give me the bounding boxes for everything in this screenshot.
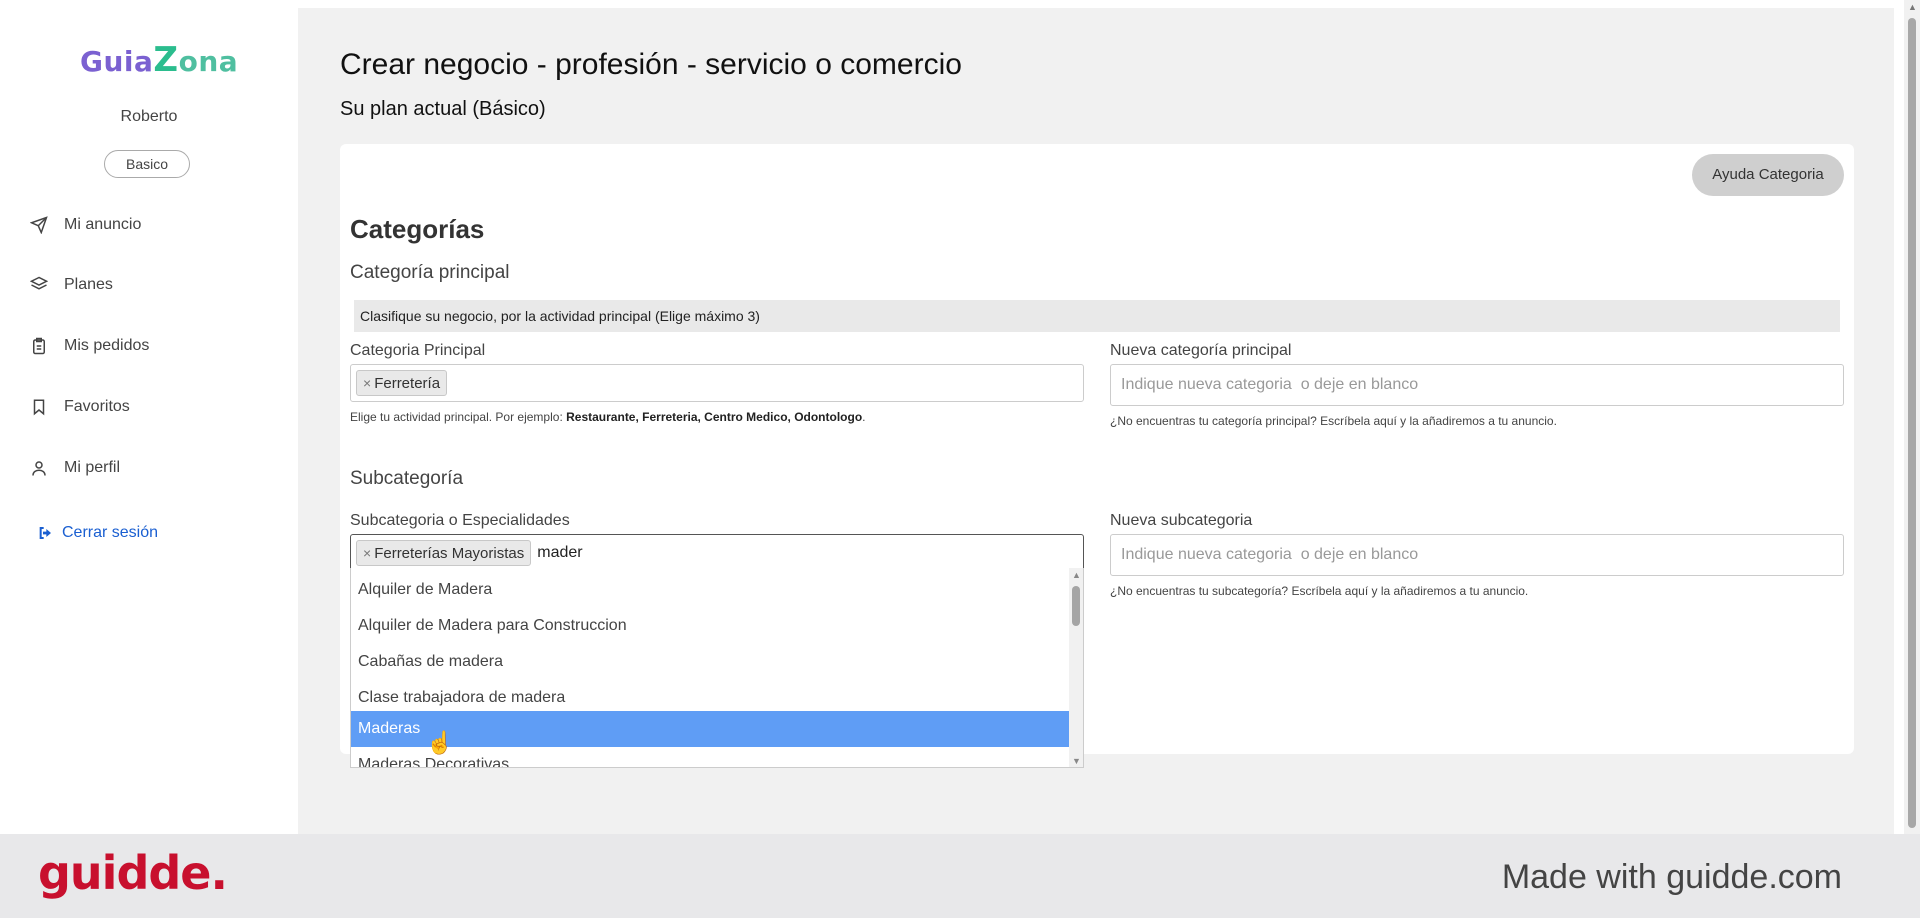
new-subcategory-label: Nueva subcategoria <box>1110 512 1253 529</box>
scroll-down-icon[interactable]: ▼ <box>1072 756 1081 766</box>
main-category-label: Categoria Principal <box>350 342 486 359</box>
main-category-help: Elige tu actividad principal. Por ejempl… <box>350 410 866 424</box>
new-main-category-label: Nueva categoría principal <box>1110 342 1292 359</box>
new-main-category-help: ¿No encuentras tu categoría principal? E… <box>1110 414 1557 428</box>
subcategory-label: Subcategoria o Especialidades <box>350 512 570 529</box>
dropdown-option-active[interactable]: Maderas <box>351 711 1069 747</box>
subcategory-search-text[interactable]: mader <box>537 544 582 562</box>
sidebar-item-mi-anuncio[interactable]: Mi anuncio <box>28 214 141 236</box>
sidebar-item-label: Mi anuncio <box>64 216 142 233</box>
guidde-logo: guidde. <box>38 846 228 900</box>
sidebar-item-favoritos[interactable]: Favoritos <box>28 396 130 418</box>
logout-link[interactable]: Cerrar sesión <box>34 522 158 544</box>
section-title: Categorías <box>350 214 485 244</box>
subcategory-select[interactable]: × Ferreterías Mayoristas mader <box>350 534 1084 572</box>
page-title: Crear negocio - profesión - servicio o c… <box>340 48 962 81</box>
logout-label: Cerrar sesión <box>62 524 159 541</box>
new-subcategory-help: ¿No encuentras tu subcategoría? Escríbel… <box>1110 584 1529 598</box>
scroll-up-icon[interactable]: ▲ <box>1072 570 1081 580</box>
sidebar-item-mi-perfil[interactable]: Mi perfil <box>28 457 120 479</box>
dropdown-option[interactable]: Maderas Decorativas <box>351 747 1069 767</box>
dropdown-scroll-thumb[interactable] <box>1072 586 1080 626</box>
info-bar: Clasifique su negocio, por la actividad … <box>354 300 1840 332</box>
page-scroll-thumb[interactable] <box>1908 18 1916 828</box>
help-suffix: . <box>862 410 866 424</box>
send-icon <box>28 214 50 236</box>
chip-label: Ferretería <box>374 374 441 392</box>
sidebar-item-label: Favoritos <box>64 398 130 415</box>
sidebar-item-label: Mis pedidos <box>64 337 150 354</box>
logo-text-ona: ona <box>178 45 239 78</box>
logo-z: Z <box>153 40 179 80</box>
main-category-subtitle: Categoría principal <box>350 262 510 283</box>
user-icon <box>28 457 50 479</box>
scroll-up-icon[interactable]: ▲ <box>1908 2 1917 12</box>
help-category-button[interactable]: Ayuda Categoria <box>1692 154 1844 196</box>
bookmark-icon <box>28 396 50 418</box>
clipboard-icon <box>28 335 50 357</box>
sign-out-icon <box>34 522 56 544</box>
help-prefix: Elige tu actividad principal. Por ejempl… <box>350 410 567 424</box>
main-category-select[interactable]: × Ferretería <box>350 364 1084 402</box>
remove-chip-icon[interactable]: × <box>363 545 371 561</box>
dropdown-option[interactable]: Alquiler de Madera <box>351 572 1069 608</box>
made-with-text: Made with guidde.com <box>1501 858 1842 896</box>
new-main-category-input[interactable] <box>1110 364 1844 406</box>
subcategory-chip: × Ferreterías Mayoristas <box>356 540 532 566</box>
sidebar-item-mis-pedidos[interactable]: Mis pedidos <box>28 335 149 357</box>
subcategory-dropdown[interactable]: Alquiler de Madera Alquiler de Madera pa… <box>350 568 1084 768</box>
guiazona-logo[interactable]: GuiaZona <box>80 40 238 80</box>
sidebar-item-label: Planes <box>64 276 113 293</box>
logo-text-guia: Guia <box>80 45 154 78</box>
sidebar-item-label: Mi perfil <box>64 459 121 476</box>
layers-icon <box>28 274 50 296</box>
page-scrollbar[interactable]: ▲ <box>1904 0 1920 834</box>
current-plan-text: Su plan actual (Básico) <box>340 98 546 120</box>
sidebar-item-planes[interactable]: Planes <box>28 274 113 296</box>
help-examples: Restaurante, Ferreteria, Centro Medico, … <box>566 410 863 424</box>
subcategory-subtitle: Subcategoría <box>350 468 464 489</box>
plan-badge: Basico <box>104 150 190 178</box>
dropdown-scrollbar[interactable]: ▲ ▼ <box>1069 568 1083 767</box>
dropdown-option[interactable]: Alquiler de Madera para Construccion <box>351 608 1069 644</box>
dropdown-option[interactable]: Cabañas de madera <box>351 644 1069 680</box>
category-chip: × Ferretería <box>356 370 448 396</box>
sidebar: GuiaZona Roberto Basico Mi anuncio Plane… <box>0 0 298 834</box>
guidde-footer: guidde. Made with guidde.com <box>0 834 1920 918</box>
hand-cursor-icon: ☝ <box>426 730 454 755</box>
username: Roberto <box>120 108 178 125</box>
remove-chip-icon[interactable]: × <box>363 375 371 391</box>
new-subcategory-input[interactable] <box>1110 534 1844 576</box>
chip-label: Ferreterías Mayoristas <box>374 544 525 562</box>
